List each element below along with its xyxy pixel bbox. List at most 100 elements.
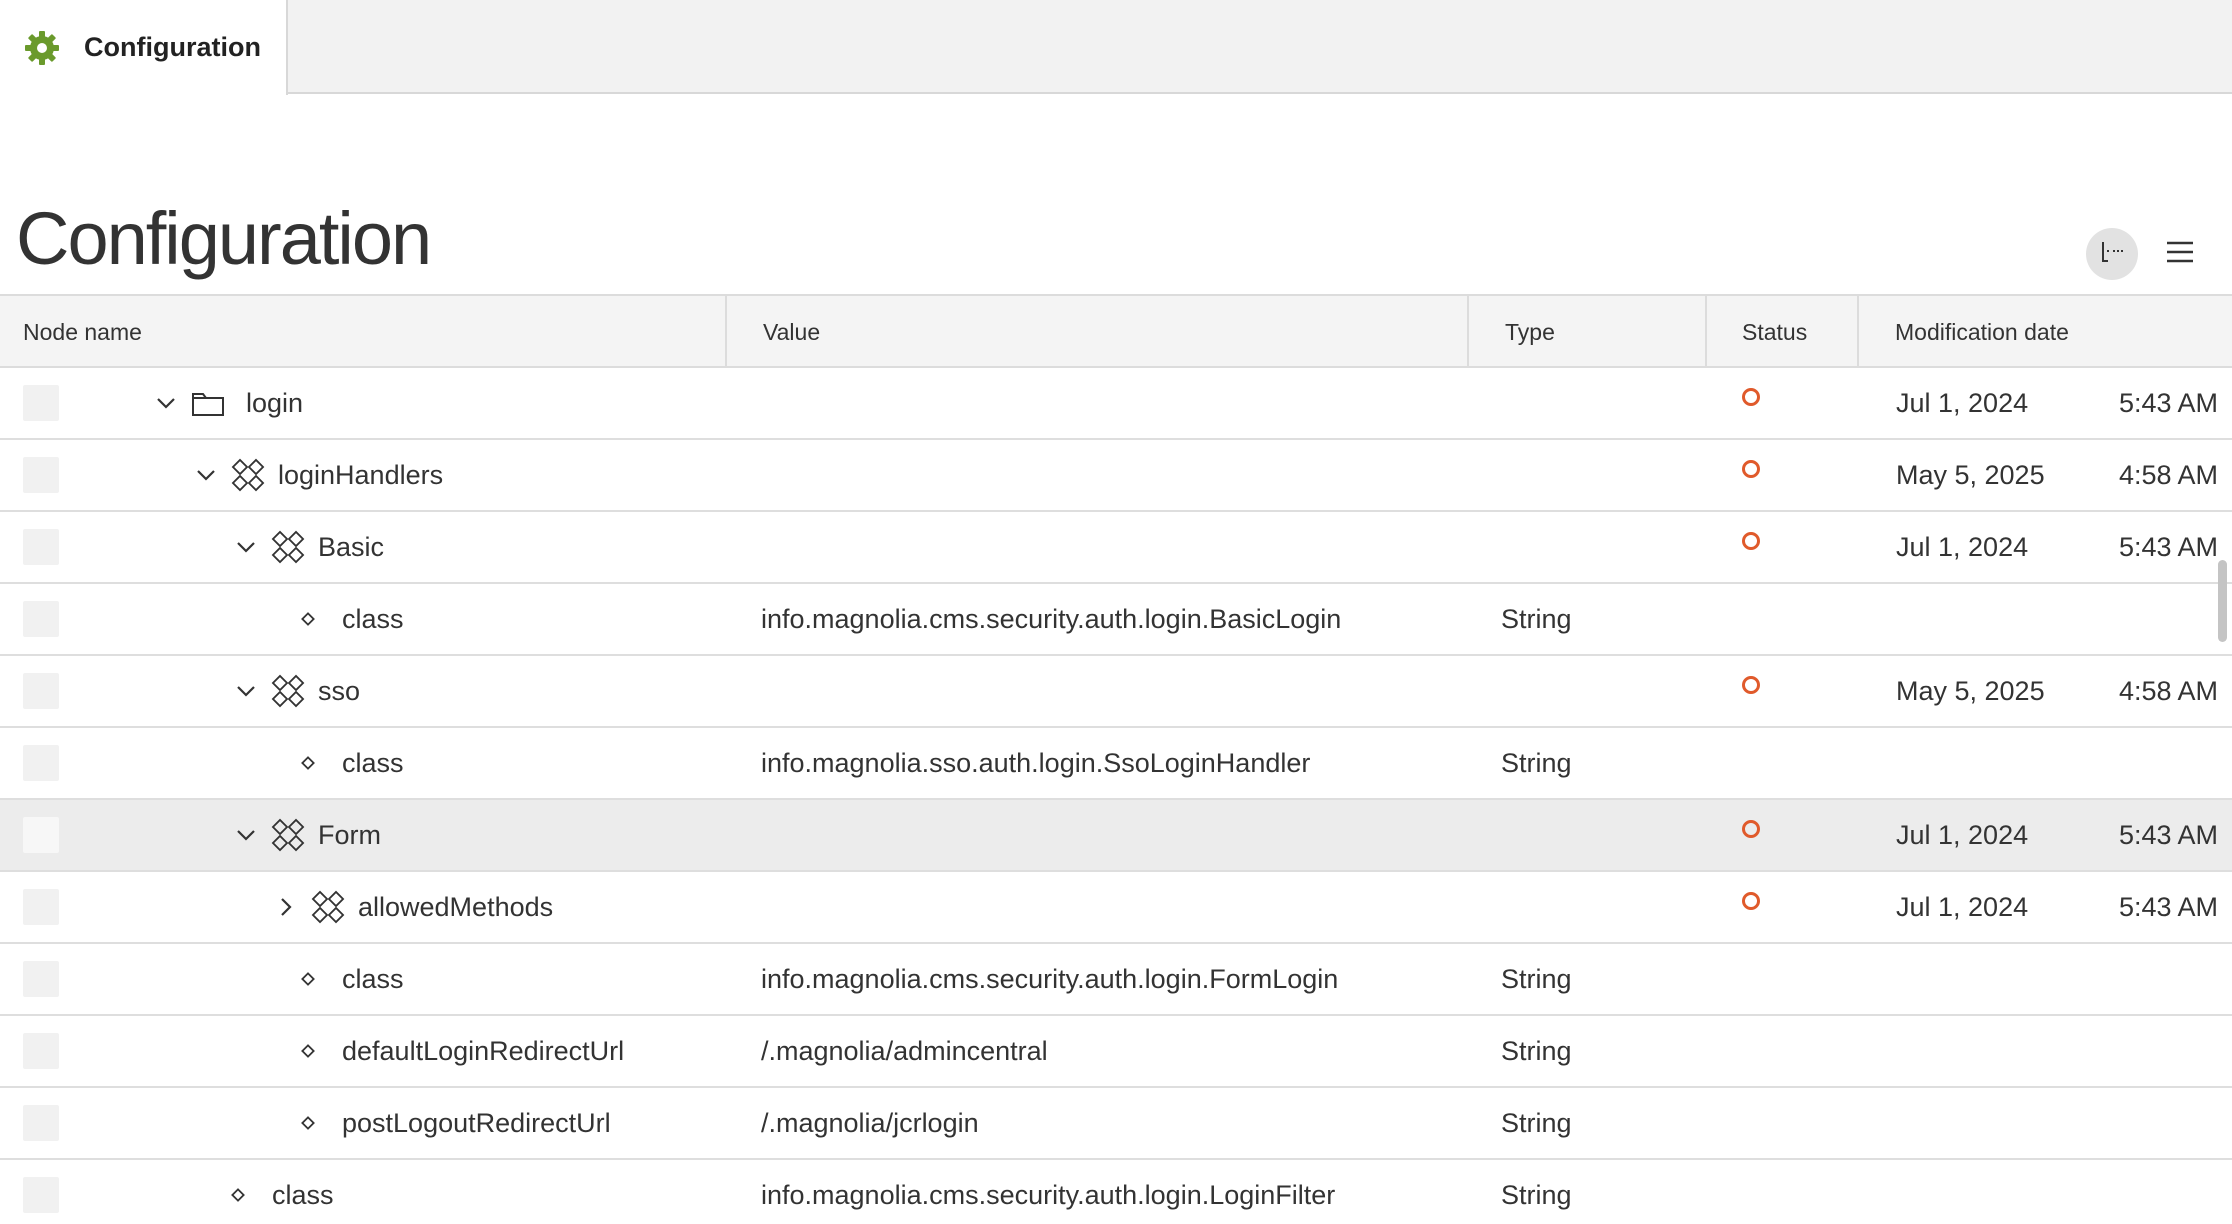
column-status[interactable]: Status [1707, 296, 1859, 368]
table-row[interactable]: class info.magnolia.sso.auth.login.SsoLog… [0, 728, 2232, 800]
row-checkbox[interactable] [23, 961, 59, 997]
row-checkbox[interactable] [23, 457, 59, 493]
table-row[interactable]: defaultLoginRedirectUrl /.magnolia/adminc… [0, 1016, 2232, 1088]
node-name: class [342, 963, 404, 994]
modification-time: 4:58 AM [2118, 675, 2218, 706]
node-name: defaultLoginRedirectUrl [342, 1035, 625, 1066]
column-label: Value [763, 318, 821, 345]
tab-configuration[interactable]: Configuration [0, 0, 288, 95]
type-cell: String [1501, 1179, 1572, 1210]
chevron-down-icon[interactable] [232, 677, 260, 705]
row-checkbox[interactable] [23, 1177, 59, 1213]
chevron-down-icon[interactable] [152, 389, 180, 417]
status-modified-icon [1742, 460, 1760, 478]
property-icon [298, 1113, 318, 1133]
chevron-down-icon[interactable] [232, 533, 260, 561]
row-checkbox[interactable] [23, 385, 59, 421]
node-name: Basic [318, 531, 385, 562]
value-cell: /.magnolia/jcrlogin [761, 1107, 979, 1138]
node-name: allowedMethods [358, 891, 554, 922]
value-cell: info.magnolia.cms.security.auth.login.Lo… [761, 1179, 1336, 1210]
row-checkbox[interactable] [23, 1105, 59, 1141]
content-node-icon [310, 889, 346, 925]
column-modification-date[interactable]: Modification date [1859, 296, 2232, 368]
grid-header: Node name Value Type Status Modification… [0, 294, 2232, 368]
node-name: login [246, 387, 304, 418]
status-cell [1742, 506, 1760, 576]
node-name-cell: class [298, 728, 404, 798]
node-name-cell: allowedMethods [272, 872, 553, 942]
row-checkbox[interactable] [23, 529, 59, 565]
chevron-down-icon[interactable] [232, 821, 260, 849]
property-icon [298, 969, 318, 989]
modification-date: Jul 1, 2024 [1896, 819, 2029, 850]
type-cell: String [1501, 1035, 1572, 1066]
type-cell: String [1501, 603, 1572, 634]
node-name-cell: sso [232, 656, 360, 726]
value-cell: info.magnolia.cms.security.auth.login.Ba… [761, 603, 1342, 634]
tab-bar: Configuration [0, 0, 2232, 95]
list-view-icon [2165, 237, 2195, 272]
property-icon [228, 1185, 248, 1205]
node-name-cell: Basic [232, 512, 384, 582]
table-row[interactable]: class info.magnolia.cms.security.auth.log… [0, 944, 2232, 1016]
table-row[interactable]: class info.magnolia.cms.security.auth.log… [0, 584, 2232, 656]
property-icon [298, 609, 318, 629]
vertical-scrollbar[interactable] [2214, 368, 2232, 1224]
table-row[interactable]: sso May 5, 2025 4:58 AM [0, 656, 2232, 728]
column-node-name[interactable]: Node name [0, 296, 727, 368]
row-checkbox[interactable] [23, 601, 59, 637]
table-row[interactable]: Form Jul 1, 2024 5:43 AM [0, 800, 2232, 872]
node-name-cell: defaultLoginRedirectUrl [298, 1016, 624, 1086]
type-cell: String [1501, 1107, 1572, 1138]
modification-time: 4:58 AM [2118, 459, 2218, 490]
node-name: Form [318, 819, 381, 850]
config-tree-grid: Node name Value Type Status Modification… [0, 294, 2232, 1224]
node-name: sso [318, 675, 361, 706]
content-node-icon [230, 457, 266, 493]
row-checkbox[interactable] [23, 1033, 59, 1069]
column-type[interactable]: Type [1469, 296, 1707, 368]
status-cell [1742, 794, 1760, 864]
table-row[interactable]: allowedMethods Jul 1, 2024 5:43 AM [0, 872, 2232, 944]
node-name-cell: class [298, 944, 404, 1014]
tab-label: Configuration [84, 32, 261, 62]
table-row[interactable]: Basic Jul 1, 2024 5:43 AM [0, 512, 2232, 584]
property-icon [298, 1041, 318, 1061]
table-row[interactable]: postLogoutRedirectUrl /.magnolia/jcrlogin… [0, 1088, 2232, 1160]
row-checkbox[interactable] [23, 817, 59, 853]
node-name: postLogoutRedirectUrl [342, 1107, 611, 1138]
modification-time [2120, 1160, 2218, 1224]
modification-date: Jul 1, 2024 [1896, 531, 2029, 562]
list-view-button[interactable] [2154, 228, 2206, 280]
node-name-cell: Form [232, 800, 381, 870]
modification-time: 5:43 AM [2118, 819, 2218, 850]
modification-time [2120, 1088, 2218, 1158]
value-cell: info.magnolia.sso.auth.login.SsoLoginHan… [761, 747, 1311, 778]
content-node-icon [270, 529, 306, 565]
row-checkbox[interactable] [23, 889, 59, 925]
status-modified-icon [1742, 388, 1760, 406]
tree-view-icon [2097, 237, 2127, 272]
chevron-down-icon[interactable] [192, 461, 220, 489]
value-cell: /.magnolia/admincentral [761, 1035, 1048, 1066]
gear-icon [22, 28, 62, 68]
table-row[interactable]: class info.magnolia.cms.security.auth.log… [0, 1160, 2232, 1224]
row-checkbox[interactable] [23, 673, 59, 709]
status-modified-icon [1742, 820, 1760, 838]
table-row[interactable]: login Jul 1, 2024 5:43 AM [0, 368, 2232, 440]
tree-view-button[interactable] [2086, 228, 2138, 280]
chevron-right-icon[interactable] [272, 893, 300, 921]
modification-time [2120, 584, 2218, 654]
column-value[interactable]: Value [727, 296, 1469, 368]
type-cell: String [1501, 963, 1572, 994]
row-checkbox[interactable] [23, 745, 59, 781]
modification-time: 5:43 AM [2118, 531, 2218, 562]
table-row[interactable]: loginHandlers May 5, 2025 4:58 AM [0, 440, 2232, 512]
scrollbar-thumb[interactable] [2218, 560, 2227, 642]
node-name-cell: class [228, 1160, 334, 1224]
node-name-cell: class [298, 584, 404, 654]
status-cell [1742, 434, 1760, 504]
node-name: class [272, 1179, 334, 1210]
folder-icon [190, 385, 226, 421]
